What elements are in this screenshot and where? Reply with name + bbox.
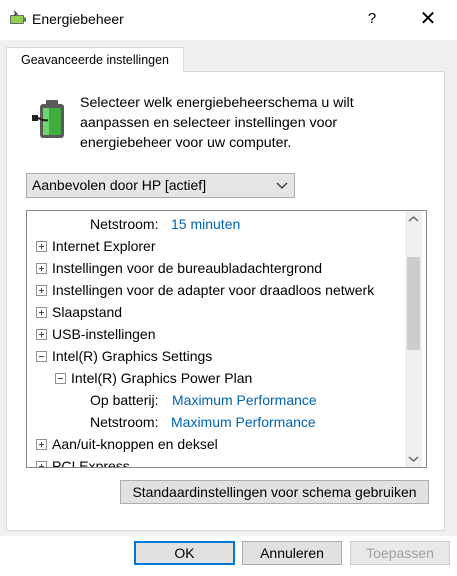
expand-plus-icon[interactable] [36,461,47,467]
tree-item-value-link[interactable]: Maximum Performance [171,411,316,433]
power-scheme-dropdown[interactable]: Aanbevolen door HP [actief] [26,173,295,198]
intro-text: Selecteer welk energiebeheerschema u wil… [80,95,354,151]
battery-plug-icon [32,100,64,138]
tree-item-label: Instellingen voor de bureaubladachtergro… [52,260,323,276]
collapse-minus-icon[interactable] [36,351,47,362]
scroll-thumb[interactable] [407,257,420,350]
help-button[interactable]: ? [358,6,386,32]
title-bar: Energiebeheer ? ✕ [0,0,457,40]
chevron-down-icon [276,182,288,189]
tree-item-label: PCI Express [52,458,130,468]
tree-item-value-link[interactable]: 15 minuten [171,213,240,235]
tree-item[interactable]: PCI Express [27,455,407,468]
tree-item[interactable]: Instellingen voor de adapter voor draadl… [27,279,407,301]
expand-plus-icon[interactable] [36,439,47,450]
tree-item[interactable]: Netstroom: Maximum Performance [27,411,407,433]
scroll-up-icon[interactable] [405,211,422,228]
tree-item-value-link[interactable]: Maximum Performance [172,389,317,411]
tree-item-label: USB-instellingen [52,326,156,342]
tree-item-label: Intel(R) Graphics Power Plan [71,370,253,386]
apply-button[interactable]: Toepassen [350,541,450,565]
tree-item-label: Netstroom: [90,216,159,232]
tree-item-label: Slaapstand [52,304,123,320]
tree-scrollbar[interactable] [405,211,422,467]
tree-item[interactable]: Instellingen voor de bureaubladachtergro… [27,257,407,279]
close-button[interactable]: ✕ [412,6,444,32]
restore-defaults-button[interactable]: Standaardinstellingen voor schema gebrui… [120,480,429,504]
ok-button[interactable]: OK [134,541,235,565]
tree-item-label: Internet Explorer [52,238,156,254]
window-title: Energiebeheer [32,11,124,27]
expand-plus-icon[interactable] [36,241,47,252]
tree-item-label: Op batterij: [90,392,159,408]
expand-plus-icon[interactable] [36,285,47,296]
tree-item-label: Intel(R) Graphics Settings [52,348,213,364]
expand-plus-icon[interactable] [36,307,47,318]
tree-item[interactable]: Intel(R) Graphics Power Plan [27,367,407,389]
tree-item-label: Instellingen voor de adapter voor draadl… [52,282,375,298]
tree-item[interactable]: Op batterij: Maximum Performance [27,389,407,411]
tree-item-label: Aan/uit-knoppen en deksel [52,436,218,452]
settings-tree[interactable]: Netstroom: 15 minuten Internet Explorer Ins… [26,210,427,468]
expand-plus-icon[interactable] [36,329,47,340]
power-scheme-value: Aanbevolen door HP [actief] [32,177,207,193]
tree-item[interactable]: Aan/uit-knoppen en deksel [27,433,407,455]
tree-item[interactable]: Slaapstand [27,301,407,323]
tab-advanced-settings[interactable]: Geavanceerde instellingen [6,47,184,72]
expand-plus-icon[interactable] [36,263,47,274]
tree-item[interactable]: USB-instellingen [27,323,407,345]
tree-item[interactable]: Intel(R) Graphics Settings [27,345,407,367]
tree-item[interactable]: Netstroom: 15 minuten [27,213,407,235]
power-options-icon [10,10,26,24]
tree-item-label: Netstroom: [90,414,159,430]
scroll-down-icon[interactable] [405,450,422,467]
collapse-minus-icon[interactable] [55,373,66,384]
cancel-button[interactable]: Annuleren [242,541,342,565]
tree-item[interactable]: Internet Explorer [27,235,407,257]
